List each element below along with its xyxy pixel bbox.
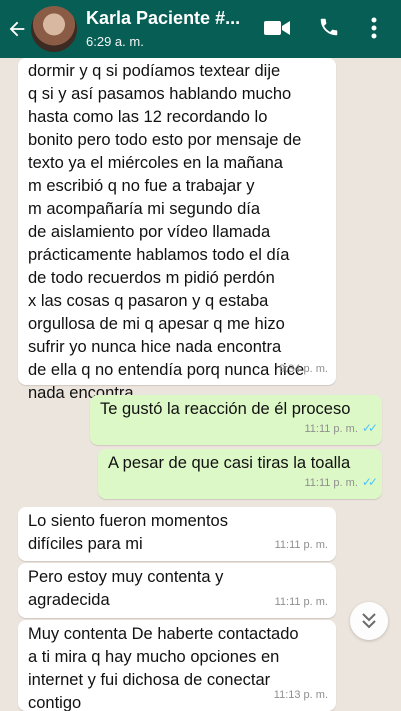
- avatar[interactable]: [31, 6, 77, 52]
- message-bubble[interactable]: Muy contenta De haberte contactado a ti …: [18, 620, 336, 711]
- message-list[interactable]: dormir y q si podíamos textear dije q si…: [0, 58, 401, 711]
- video-call-icon[interactable]: [263, 18, 291, 38]
- message-time: 11:11 p. m. ✓✓: [304, 471, 378, 495]
- message-bubble[interactable]: Lo siento fueron momentos difíciles para…: [18, 507, 336, 561]
- contact-name[interactable]: Karla Paciente #...: [86, 8, 240, 29]
- message-bubble[interactable]: dormir y q si podíamos textear dije q si…: [18, 58, 336, 402]
- more-options-icon[interactable]: [368, 15, 380, 41]
- message-time: 9:34 p. m.: [279, 363, 328, 375]
- message-bubble[interactable]: Pero estoy muy contenta y agradecida 11:…: [18, 563, 336, 618]
- back-arrow-icon[interactable]: [6, 18, 28, 40]
- message-time: 11:11 p. m. ✓✓: [304, 417, 378, 441]
- phone-icon[interactable]: [318, 16, 340, 38]
- message-bubble[interactable]: A pesar de que casi tiras la toalla 11:1…: [98, 449, 382, 499]
- scroll-down-icon: [362, 613, 376, 629]
- scroll-down-button[interactable]: [350, 602, 388, 640]
- message-text: dormir y q si podíamos textear dije q si…: [28, 62, 305, 402]
- read-ticks-icon: ✓✓: [361, 421, 378, 435]
- last-seen-status: 6:29 a. m.: [86, 34, 144, 49]
- message-bubble[interactable]: Te gustó la reacción de él proceso 11:11…: [90, 395, 382, 445]
- chat-header: Karla Paciente #... 6:29 a. m.: [0, 0, 401, 58]
- message-time: 11:11 p. m.: [274, 539, 328, 551]
- read-ticks-icon: ✓✓: [361, 475, 378, 489]
- message-time: 11:11 p. m.: [274, 596, 328, 608]
- message-time: 11:13 p. m.: [273, 689, 328, 701]
